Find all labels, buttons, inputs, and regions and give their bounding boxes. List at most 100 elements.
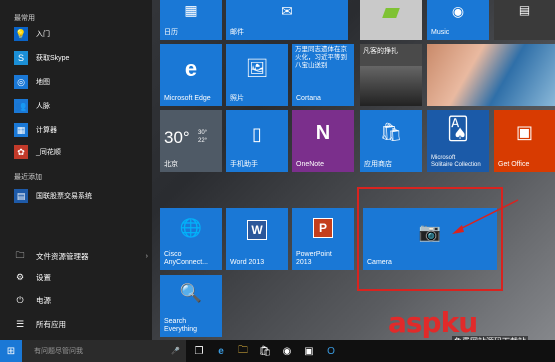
- tile-calendar[interactable]: ▦ 日历: [160, 0, 222, 40]
- taskbar-explorer[interactable]: 🗀: [232, 340, 254, 362]
- folder-icon: 🗀: [15, 250, 25, 260]
- power-label: 电源: [36, 295, 51, 305]
- taskbar-edge[interactable]: e: [210, 340, 232, 362]
- task-view-icon: ❐: [194, 345, 204, 357]
- power-item[interactable]: ⏻ 电源: [14, 291, 148, 309]
- all-apps-icon: ☰: [15, 318, 25, 329]
- tile-label: Get Office: [498, 161, 530, 168]
- app-label: 计算器: [36, 127, 57, 134]
- weather-temp: 30°: [164, 128, 190, 147]
- tile-photo-kid[interactable]: [427, 44, 555, 106]
- taskbar-app-2[interactable]: ▣: [298, 340, 320, 362]
- stock-icon: ▤: [14, 189, 28, 203]
- tile-cortana[interactable]: 万里同志遗体在京火化，习近平等到八宝山送别 Cortana: [292, 44, 354, 106]
- store-icon: 🛍: [258, 345, 272, 357]
- app-item-maps[interactable]: ◎ 地图: [14, 72, 148, 92]
- tile-word[interactable]: W Word 2013: [226, 208, 288, 270]
- tile-weather[interactable]: 30° 30° 22° 北京: [160, 110, 222, 172]
- tile-label: Microsoft Edge: [164, 95, 211, 102]
- task-view-button[interactable]: ❐: [188, 340, 210, 362]
- cisco-label-2: AnyConnect...: [164, 259, 208, 266]
- people-icon: 👥: [14, 99, 28, 113]
- skype-icon: S: [14, 51, 28, 65]
- tile-image-gray[interactable]: [360, 0, 422, 40]
- tile-mail[interactable]: ✉ 邮件: [226, 0, 348, 40]
- solitaire-label-2: Solitaire Collection: [431, 162, 481, 168]
- start-menu-left-pane: 最常用 💡 入门 S 获取Skype ◎ 地图 👥 人脉 ▦ 计算器 ✿ _同花…: [0, 0, 152, 340]
- tile-label: 手机助手: [230, 161, 258, 168]
- tile-label: PowerPoint 2013: [296, 251, 332, 267]
- flower-icon: ✿: [14, 145, 28, 159]
- cisco-label-1: Cisco: [164, 251, 182, 258]
- app-item-stock-system[interactable]: ▤ 国联股票交易系统: [14, 186, 148, 206]
- taskbar-app-1[interactable]: ◉: [276, 340, 298, 362]
- powerpoint-icon: P: [292, 218, 354, 238]
- app-item-getstarted[interactable]: 💡 入门: [14, 24, 148, 44]
- tile-label: Music: [431, 29, 450, 36]
- app-item-calculator[interactable]: ▦ 计算器: [14, 120, 148, 140]
- tile-label: Word 2013: [230, 259, 265, 266]
- app-item-tonghuashun[interactable]: ✿ _同花顺: [14, 142, 148, 162]
- tile-search-everything[interactable]: 🔍 Search Everything: [160, 275, 222, 337]
- solitaire-label-1: Microsoft: [431, 155, 456, 161]
- tile-solitaire[interactable]: 🂡 Microsoft Solitaire Collection: [427, 110, 489, 172]
- gear-icon: ⚙: [15, 271, 25, 282]
- app-item-people[interactable]: 👥 人脉: [14, 96, 148, 116]
- tile-phone-assistant[interactable]: ▯ 手机助手: [226, 110, 288, 172]
- taskbar: ⊞ 有问题尽管问我 🎤 ❐ e 🗀 🛍 ◉ ▣ O: [0, 340, 555, 362]
- ppt-label-1: PowerPoint: [296, 251, 332, 258]
- tile-ad[interactable]: 凡客的挣扎: [360, 44, 422, 106]
- tile-label: 照片: [230, 95, 244, 102]
- settings-item[interactable]: ⚙ 设置: [14, 268, 148, 286]
- tile-edge[interactable]: e Microsoft Edge: [160, 44, 222, 106]
- tile-powerpoint[interactable]: P PowerPoint 2013: [292, 208, 354, 270]
- taskbar-store[interactable]: 🛍: [254, 340, 276, 362]
- tile-label: 日历: [164, 29, 178, 36]
- photo-image: [427, 44, 555, 106]
- settings-label: 设置: [36, 272, 51, 282]
- search-box[interactable]: 有问题尽管问我 🎤: [22, 340, 186, 362]
- photo-icon: ▤: [518, 3, 531, 17]
- globe-icon: 🌐: [179, 218, 203, 238]
- tile-label: Cisco AnyConnect...: [164, 251, 208, 267]
- tile-photo-top[interactable]: ▤: [494, 0, 555, 40]
- edge-icon: e: [218, 345, 224, 357]
- tile-store[interactable]: 🛍 应用商店: [360, 110, 422, 172]
- office-icon: ▣: [515, 122, 533, 142]
- tile-label: 邮件: [230, 29, 244, 36]
- start-button[interactable]: ⊞: [0, 340, 22, 362]
- search-label-1: Search: [164, 318, 187, 325]
- watermark-logo: aspku: [388, 306, 478, 339]
- taskbar-outlook[interactable]: O: [320, 340, 342, 362]
- outlook-icon: O: [327, 345, 335, 357]
- ad-text: 凡客的挣扎: [363, 48, 398, 55]
- calendar-icon: ▦: [184, 2, 198, 18]
- all-apps-label: 所有应用: [36, 319, 66, 329]
- microphone-icon[interactable]: 🎤: [171, 347, 180, 355]
- app-item-skype[interactable]: S 获取Skype: [14, 48, 148, 68]
- tile-get-office[interactable]: ▣ Get Office: [494, 110, 555, 172]
- app-icon: ▣: [304, 345, 314, 357]
- app-label: 获取Skype: [36, 55, 70, 62]
- weather-hilo: 30° 22°: [198, 129, 207, 145]
- onenote-icon: N: [315, 122, 331, 144]
- music-icon: ◉: [451, 3, 465, 19]
- app-label: 入门: [36, 31, 50, 38]
- chevron-right-icon[interactable]: ›: [146, 253, 148, 260]
- ppt-label-2: 2013: [296, 259, 312, 266]
- tile-onenote[interactable]: N OneNote: [292, 110, 354, 172]
- calculator-icon: ▦: [14, 123, 28, 137]
- map-icon: ◎: [14, 75, 28, 89]
- tile-music[interactable]: ◉ Music: [427, 0, 489, 40]
- tile-photos[interactable]: 🖼 照片: [226, 44, 288, 106]
- tile-label: 北京: [164, 161, 178, 168]
- tile-label: Microsoft Solitaire Collection: [431, 155, 481, 169]
- cortana-news-text: 万里同志遗体在京火化，习近平等到八宝山送别: [295, 46, 347, 69]
- ad-image: [360, 66, 422, 106]
- tile-cisco[interactable]: 🌐 Cisco AnyConnect...: [160, 208, 222, 270]
- all-apps-item[interactable]: ☰ 所有应用: [14, 315, 148, 333]
- power-icon: ⏻: [16, 294, 24, 305]
- file-explorer-item[interactable]: 🗀 文件资源管理器 ›: [14, 247, 148, 265]
- cards-icon: 🂡: [446, 116, 470, 141]
- recently-added-header: 最近添加: [14, 174, 42, 181]
